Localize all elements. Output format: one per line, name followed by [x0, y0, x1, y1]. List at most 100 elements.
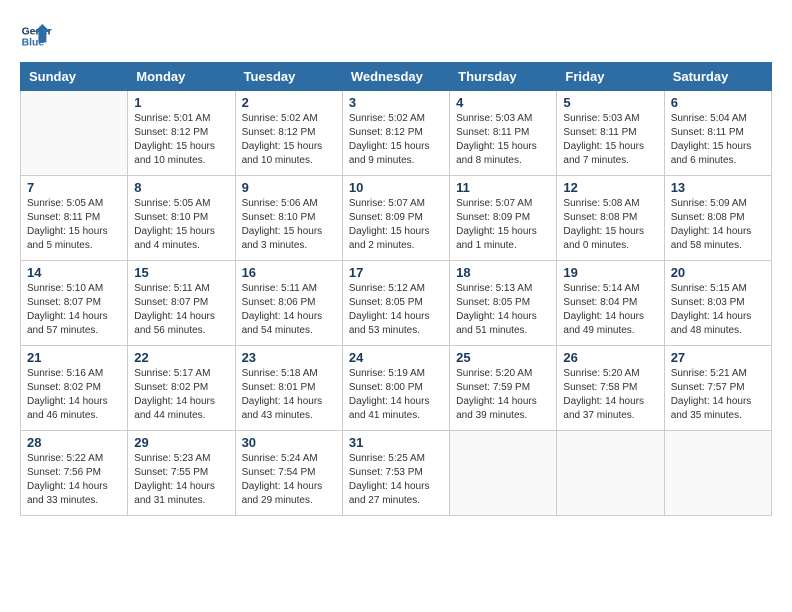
day-header-wednesday: Wednesday [342, 63, 449, 91]
calendar-cell: 30Sunrise: 5:24 AMSunset: 7:54 PMDayligh… [235, 431, 342, 516]
day-number: 16 [242, 265, 336, 280]
calendar-cell: 21 Sunrise: 5:16 AMSunset: 8:02 PMDayligh… [21, 346, 128, 431]
week-row-4: 21 Sunrise: 5:16 AMSunset: 8:02 PMDayligh… [21, 346, 772, 431]
day-header-row: SundayMondayTuesdayWednesdayThursdayFrid… [21, 63, 772, 91]
calendar-cell [664, 431, 771, 516]
cell-info: Sunrise: 5:02 AMSunset: 8:12 PMDaylight:… [242, 112, 336, 168]
cell-info: Sunrise: 5:02 AMSunset: 8:12 PMDaylight:… [349, 112, 443, 168]
calendar-cell [557, 431, 664, 516]
day-number: 14 [27, 265, 121, 280]
calendar-cell: 13 Sunrise: 5:09 AMSunset: 8:08 PMDayligh… [664, 176, 771, 261]
calendar-cell: 1Sunrise: 5:01 AMSunset: 8:12 PMDaylight… [128, 91, 235, 176]
calendar-cell: 5 Sunrise: 5:03 AMSunset: 8:11 PMDaylight… [557, 91, 664, 176]
logo: General Blue [20, 20, 52, 52]
day-number: 25 [456, 350, 550, 365]
day-number: 23 [242, 350, 336, 365]
calendar-cell: 10 Sunrise: 5:07 AMSunset: 8:09 PMDayligh… [342, 176, 449, 261]
calendar-cell: 8Sunrise: 5:05 AMSunset: 8:10 PMDaylight… [128, 176, 235, 261]
day-number: 6 [671, 95, 765, 110]
day-number: 20 [671, 265, 765, 280]
day-header-tuesday: Tuesday [235, 63, 342, 91]
cell-info: Sunrise: 5:07 AMSunset: 8:09 PMDaylight:… [349, 197, 443, 253]
calendar-cell: 28 Sunrise: 5:22 AMSunset: 7:56 PMDayligh… [21, 431, 128, 516]
calendar-cell: 22 Sunrise: 5:17 AMSunset: 8:02 PMDayligh… [128, 346, 235, 431]
cell-info: Sunrise: 5:20 AMSunset: 7:58 PMDaylight:… [563, 367, 657, 423]
day-number: 28 [27, 435, 121, 450]
calendar-cell: 3 Sunrise: 5:02 AMSunset: 8:12 PMDaylight… [342, 91, 449, 176]
calendar-cell: 15 Sunrise: 5:11 AMSunset: 8:07 PMDayligh… [128, 261, 235, 346]
calendar-cell: 7 Sunrise: 5:05 AMSunset: 8:11 PMDaylight… [21, 176, 128, 261]
calendar-cell: 24Sunrise: 5:19 AMSunset: 8:00 PMDayligh… [342, 346, 449, 431]
cell-info: Sunrise: 5:06 AMSunset: 8:10 PMDaylight:… [242, 197, 336, 253]
cell-info: Sunrise: 5:08 AMSunset: 8:08 PMDaylight:… [563, 197, 657, 253]
day-number: 13 [671, 180, 765, 195]
cell-info: Sunrise: 5:21 AMSunset: 7:57 PMDaylight:… [671, 367, 765, 423]
day-number: 4 [456, 95, 550, 110]
cell-info: Sunrise: 5:15 AMSunset: 8:03 PMDaylight:… [671, 282, 765, 338]
calendar-cell: 18 Sunrise: 5:13 AMSunset: 8:05 PMDayligh… [450, 261, 557, 346]
calendar-cell: 12 Sunrise: 5:08 AMSunset: 8:08 PMDayligh… [557, 176, 664, 261]
cell-info: Sunrise: 5:03 AMSunset: 8:11 PMDaylight:… [563, 112, 657, 168]
day-number: 18 [456, 265, 550, 280]
cell-info: Sunrise: 5:17 AMSunset: 8:02 PMDaylight:… [134, 367, 228, 423]
calendar-cell: 4 Sunrise: 5:03 AMSunset: 8:11 PMDaylight… [450, 91, 557, 176]
day-number: 22 [134, 350, 228, 365]
day-number: 29 [134, 435, 228, 450]
cell-info: Sunrise: 5:01 AMSunset: 8:12 PMDaylight:… [134, 112, 228, 168]
calendar-cell: 29 Sunrise: 5:23 AMSunset: 7:55 PMDayligh… [128, 431, 235, 516]
cell-info: Sunrise: 5:16 AMSunset: 8:02 PMDaylight:… [27, 367, 121, 423]
day-number: 10 [349, 180, 443, 195]
day-header-friday: Friday [557, 63, 664, 91]
calendar-cell: 2Sunrise: 5:02 AMSunset: 8:12 PMDaylight… [235, 91, 342, 176]
day-header-sunday: Sunday [21, 63, 128, 91]
day-number: 12 [563, 180, 657, 195]
week-row-2: 7 Sunrise: 5:05 AMSunset: 8:11 PMDaylight… [21, 176, 772, 261]
day-number: 3 [349, 95, 443, 110]
calendar-cell: 31Sunrise: 5:25 AMSunset: 7:53 PMDayligh… [342, 431, 449, 516]
cell-info: Sunrise: 5:11 AMSunset: 8:06 PMDaylight:… [242, 282, 336, 338]
cell-info: Sunrise: 5:22 AMSunset: 7:56 PMDaylight:… [27, 452, 121, 508]
cell-info: Sunrise: 5:18 AMSunset: 8:01 PMDaylight:… [242, 367, 336, 423]
cell-info: Sunrise: 5:03 AMSunset: 8:11 PMDaylight:… [456, 112, 550, 168]
week-row-1: 1Sunrise: 5:01 AMSunset: 8:12 PMDaylight… [21, 91, 772, 176]
day-number: 11 [456, 180, 550, 195]
day-number: 8 [134, 180, 228, 195]
cell-info: Sunrise: 5:25 AMSunset: 7:53 PMDaylight:… [349, 452, 443, 508]
day-number: 27 [671, 350, 765, 365]
calendar-cell: 23 Sunrise: 5:18 AMSunset: 8:01 PMDayligh… [235, 346, 342, 431]
calendar-cell: 11Sunrise: 5:07 AMSunset: 8:09 PMDayligh… [450, 176, 557, 261]
day-number: 30 [242, 435, 336, 450]
calendar-cell: 16 Sunrise: 5:11 AMSunset: 8:06 PMDayligh… [235, 261, 342, 346]
calendar-cell: 9 Sunrise: 5:06 AMSunset: 8:10 PMDaylight… [235, 176, 342, 261]
cell-info: Sunrise: 5:13 AMSunset: 8:05 PMDaylight:… [456, 282, 550, 338]
calendar-cell: 26 Sunrise: 5:20 AMSunset: 7:58 PMDayligh… [557, 346, 664, 431]
cell-info: Sunrise: 5:04 AMSunset: 8:11 PMDaylight:… [671, 112, 765, 168]
cell-info: Sunrise: 5:09 AMSunset: 8:08 PMDaylight:… [671, 197, 765, 253]
logo-icon: General Blue [20, 20, 52, 52]
calendar-cell [450, 431, 557, 516]
calendar-cell [21, 91, 128, 176]
day-number: 15 [134, 265, 228, 280]
day-header-saturday: Saturday [664, 63, 771, 91]
cell-info: Sunrise: 5:05 AMSunset: 8:11 PMDaylight:… [27, 197, 121, 253]
cell-info: Sunrise: 5:12 AMSunset: 8:05 PMDaylight:… [349, 282, 443, 338]
calendar-table: SundayMondayTuesdayWednesdayThursdayFrid… [20, 62, 772, 516]
cell-info: Sunrise: 5:23 AMSunset: 7:55 PMDaylight:… [134, 452, 228, 508]
day-number: 9 [242, 180, 336, 195]
week-row-5: 28 Sunrise: 5:22 AMSunset: 7:56 PMDayligh… [21, 431, 772, 516]
calendar-cell: 27 Sunrise: 5:21 AMSunset: 7:57 PMDayligh… [664, 346, 771, 431]
page-header: General Blue [20, 20, 772, 52]
day-header-thursday: Thursday [450, 63, 557, 91]
day-number: 5 [563, 95, 657, 110]
day-number: 7 [27, 180, 121, 195]
day-number: 21 [27, 350, 121, 365]
day-number: 26 [563, 350, 657, 365]
cell-info: Sunrise: 5:11 AMSunset: 8:07 PMDaylight:… [134, 282, 228, 338]
week-row-3: 14 Sunrise: 5:10 AMSunset: 8:07 PMDayligh… [21, 261, 772, 346]
calendar-cell: 19Sunrise: 5:14 AMSunset: 8:04 PMDayligh… [557, 261, 664, 346]
cell-info: Sunrise: 5:10 AMSunset: 8:07 PMDaylight:… [27, 282, 121, 338]
cell-info: Sunrise: 5:19 AMSunset: 8:00 PMDaylight:… [349, 367, 443, 423]
day-number: 19 [563, 265, 657, 280]
calendar-cell: 14 Sunrise: 5:10 AMSunset: 8:07 PMDayligh… [21, 261, 128, 346]
calendar-cell: 20 Sunrise: 5:15 AMSunset: 8:03 PMDayligh… [664, 261, 771, 346]
